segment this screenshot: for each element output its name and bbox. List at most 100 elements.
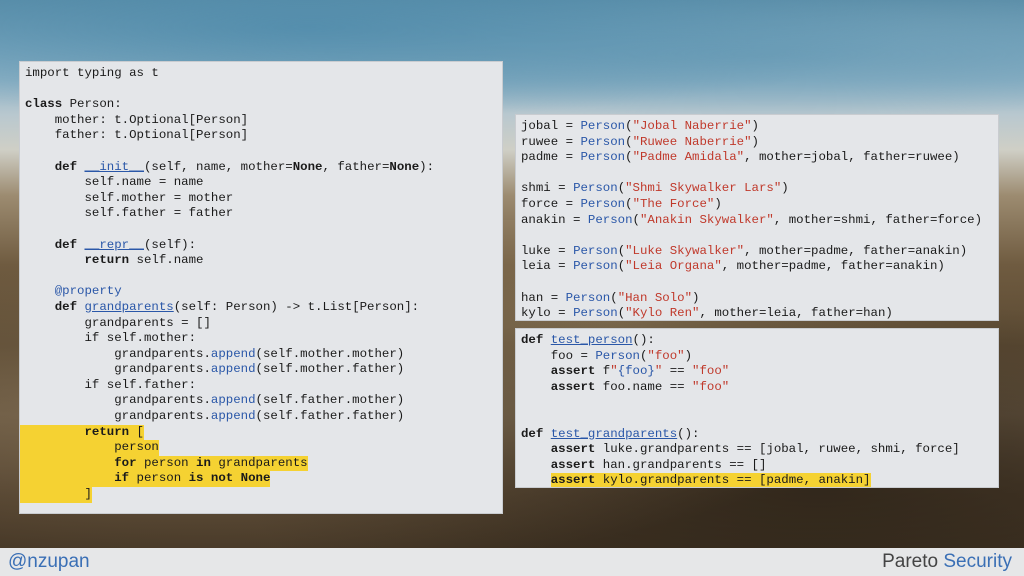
string-literal: "Anakin Skywalker"	[639, 212, 774, 227]
method-name: append	[210, 409, 256, 424]
keyword: class	[25, 97, 63, 112]
method-name: append	[210, 393, 256, 408]
class-name: Person	[580, 150, 626, 165]
keyword: def	[25, 299, 85, 314]
code-text: (	[625, 134, 633, 149]
string-literal: "Shmi Skywalker Lars"	[625, 181, 782, 196]
code-text: anakin =	[521, 212, 588, 227]
code-line: return self.name	[25, 253, 497, 269]
keyword: None	[389, 159, 420, 174]
code-text: grandparents.	[25, 346, 211, 361]
keyword: assert	[521, 457, 596, 472]
code-text: , mother=shmi, father=force)	[773, 212, 983, 227]
brand-word-pareto: Pareto	[882, 551, 944, 572]
code-text: person	[136, 455, 197, 470]
code-text: , mother=leia, father=han)	[699, 306, 893, 321]
code-text: (	[625, 150, 633, 165]
code-line: grandparents.append(self.mother.mother)	[25, 347, 497, 363]
class-name: Person	[595, 348, 640, 363]
code-text: , father=	[322, 159, 390, 174]
code-text: )	[692, 290, 700, 305]
string-literal: "Jobal Naberrie"	[632, 119, 752, 133]
code-text: self.name	[129, 253, 204, 268]
code-text: (	[632, 212, 640, 227]
code-panel-tests: def test_person(): foo = Person("foo") a…	[515, 328, 999, 488]
class-name: Person	[580, 196, 626, 211]
code-text: (	[617, 243, 626, 258]
class-name: Person	[580, 119, 626, 133]
code-text: grandparents.	[25, 409, 211, 424]
code-line: mother: t.Optional[Person]	[25, 112, 249, 127]
class-name: Person	[565, 290, 611, 305]
code-line: father: t.Optional[Person]	[25, 128, 249, 143]
code-line: grandparents.append(self.mother.father)	[25, 362, 497, 378]
code-line: def test_grandparents():	[521, 427, 993, 443]
code-line: person	[20, 440, 497, 456]
keyword: def	[521, 426, 544, 441]
code-line: import typing as t	[25, 66, 159, 80]
code-line: grandparents.append(self.father.mother)	[25, 393, 497, 409]
function-name: __init__	[84, 159, 145, 174]
code-line: grandparents = []	[25, 315, 211, 330]
highlighted-assert: assert kylo.grandparents == [padme, anak…	[550, 473, 871, 488]
code-text: (self: Person) -> t.List[Person]:	[173, 299, 420, 314]
code-line: def test_person():	[521, 333, 993, 349]
keyword: in	[196, 455, 211, 470]
code-text: , mother=padme, father=anakin)	[721, 259, 945, 274]
code-text: grandparents.	[25, 393, 211, 408]
code-line: assert han.grandparents == []	[521, 458, 993, 474]
code-line: leia = Person("Leia Organa", mother=padm…	[521, 259, 993, 275]
code-text: (	[617, 259, 626, 274]
class-name: Person	[587, 212, 633, 227]
string-literal: "	[610, 364, 618, 379]
code-text: )	[751, 134, 759, 149]
code-line highlighted-assert: assert kylo.grandparents == [padme, anak…	[521, 473, 993, 489]
code-text: foo =	[521, 348, 596, 363]
keyword: def	[25, 159, 85, 174]
code-line: def grandparents(self: Person) -> t.List…	[25, 300, 497, 316]
code-text: han.grandparents == []	[595, 457, 767, 472]
class-name: Person	[580, 134, 626, 149]
keyword: return	[25, 424, 130, 439]
code-text: (self.father.father)	[255, 409, 405, 424]
code-text: padme =	[521, 150, 581, 165]
code-text: (	[625, 196, 633, 211]
keyword: if	[25, 471, 130, 486]
brand-logo-text: Pareto Security	[882, 551, 1012, 573]
code-line: grandparents.append(self.father.father)	[25, 409, 497, 425]
code-text: ]	[25, 487, 92, 502]
code-line: assert foo.name == "foo"	[521, 380, 993, 396]
code-text: foo.name ==	[595, 379, 693, 394]
method-name: append	[210, 362, 256, 377]
keyword: return	[25, 253, 130, 268]
string-literal: "Ruwee Naberrie"	[632, 134, 752, 149]
keyword: assert	[550, 473, 596, 488]
code-text: force =	[521, 196, 581, 211]
code-text: (self.mother.father)	[255, 362, 405, 377]
function-name: grandparents	[84, 299, 174, 314]
code-line: assert luke.grandparents == [jobal, ruwe…	[521, 442, 993, 458]
code-text: ruwee =	[521, 134, 581, 149]
code-text: (self):	[144, 237, 197, 252]
code-text: grandparents.	[25, 362, 211, 377]
code-text: (	[625, 119, 633, 133]
keyword: def	[521, 333, 544, 347]
code-text: (	[617, 181, 626, 196]
function-name: test_person	[550, 333, 633, 347]
keyword: assert	[521, 364, 596, 379]
code-text: , mother=jobal, father=ruwee)	[744, 150, 960, 165]
function-name: test_grandparents	[550, 426, 678, 441]
code-line: kylo = Person("Kylo Ren", mother=leia, f…	[521, 306, 993, 322]
code-text: (	[617, 306, 626, 321]
highlighted-return-block: return [ person for person in grandparen…	[20, 424, 497, 503]
code-line: if self.father:	[25, 377, 197, 392]
code-text: luke.grandparents == [jobal, ruwee, shmi…	[595, 442, 960, 457]
string-literal: "foo"	[692, 379, 730, 394]
keyword: assert	[521, 442, 596, 457]
